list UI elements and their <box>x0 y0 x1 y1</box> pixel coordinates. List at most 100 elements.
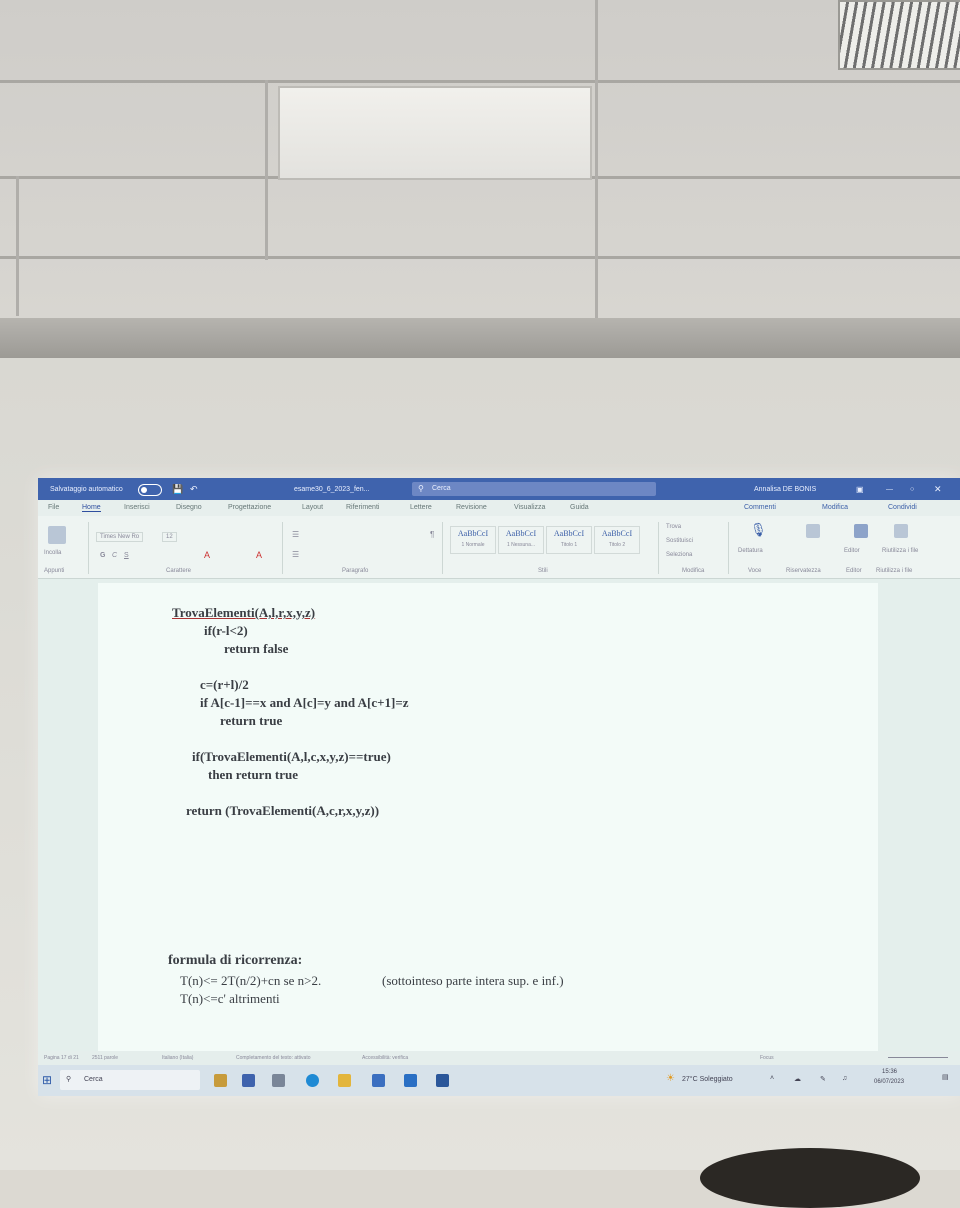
italic-button[interactable]: C <box>112 552 117 559</box>
tab-draw[interactable]: Disegno <box>176 504 202 511</box>
clock-time[interactable]: 15:36 <box>882 1069 897 1075</box>
notifications-icon[interactable]: ▤ <box>942 1073 949 1081</box>
ceiling <box>0 0 960 318</box>
ceiling-grid-line <box>16 176 19 316</box>
document-page[interactable]: TrovaElementi(A,l,r,x,y,z) if(r-l<2) ret… <box>98 583 878 1061</box>
paste-icon[interactable] <box>48 526 66 544</box>
clock-date[interactable]: 06/07/2023 <box>874 1079 904 1085</box>
page-counter[interactable]: Pagina 17 di 21 <box>44 1055 79 1061</box>
word-count[interactable]: 2511 parole <box>92 1055 118 1061</box>
network-icon[interactable]: ☁ <box>794 1075 801 1083</box>
reuse-files-button[interactable]: Riutilizza i file <box>882 548 918 554</box>
code-line-then-return: then return true <box>208 767 299 782</box>
accessibility-status[interactable]: Accessibilità: verifica <box>362 1055 408 1061</box>
ceiling-light <box>278 86 592 180</box>
edit-mode-button[interactable]: Modifica <box>822 504 848 511</box>
sensitivity-icon[interactable] <box>806 524 820 538</box>
find-button[interactable]: Trova <box>666 524 681 530</box>
minimize-icon[interactable]: — <box>886 486 893 493</box>
underline-button[interactable]: S <box>124 552 129 559</box>
user-name[interactable]: Annalisa DE BONIS <box>754 486 816 493</box>
ribbon-display-icon[interactable]: ▣ <box>856 485 864 494</box>
reuse-files-icon[interactable] <box>894 524 908 538</box>
group-label-clipboard: Appunti <box>44 568 65 574</box>
tab-layout[interactable]: Layout <box>302 504 323 511</box>
task-view-icon[interactable] <box>272 1074 285 1087</box>
store-icon[interactable] <box>372 1074 385 1087</box>
code-line-return-true: return true <box>220 713 283 728</box>
menu-bar: File Home Inserisci Disegno Progettazion… <box>38 500 960 516</box>
projected-screen: Salvataggio automatico 💾 ↶ esame30_6_202… <box>38 478 960 1096</box>
font-size-select[interactable]: 12 <box>162 532 177 542</box>
search-icon: ⚲ <box>418 484 424 493</box>
group-label-sensitivity: Riservatezza <box>786 568 821 574</box>
mail-icon[interactable] <box>404 1074 417 1087</box>
tab-insert[interactable]: Inserisci <box>124 504 150 511</box>
tab-help[interactable]: Guida <box>570 504 589 511</box>
text-prediction-status[interactable]: Completamento del testo: attivato <box>236 1055 311 1061</box>
microphone-icon[interactable]: 🎙 <box>750 522 767 538</box>
code-line-if-check: if(r-l<2) <box>204 623 248 638</box>
ceiling-grid-line <box>0 256 960 259</box>
pilcrow-icon[interactable]: ¶ <box>430 530 434 539</box>
align-left-icon[interactable]: ☰ <box>292 550 299 559</box>
restore-icon[interactable]: ○ <box>910 486 914 493</box>
undo-icon[interactable]: ↶ <box>190 484 198 495</box>
style-heading-1[interactable]: AaBbCcI Titolo 1 <box>546 526 592 554</box>
app-icon[interactable] <box>242 1074 255 1087</box>
font-name-select[interactable]: Times New Ro <box>96 532 144 542</box>
document-filename[interactable]: esame30_6_2023_fen... <box>294 486 370 493</box>
volume-icon[interactable]: ♫ <box>842 1075 847 1082</box>
ribbon-divider <box>88 522 89 574</box>
select-button[interactable]: Seleziona <box>666 552 692 558</box>
ribbon: Incolla Times New Ro 12 G C S A A ☰ ☰ ¶ … <box>38 516 960 579</box>
tab-file[interactable]: File <box>48 504 59 511</box>
paste-label[interactable]: Incolla <box>44 550 61 556</box>
tray-chevron-icon[interactable]: ˄ <box>770 1075 774 1082</box>
font-color-icon[interactable]: A <box>204 550 210 560</box>
editor-button[interactable]: Editor <box>844 548 860 554</box>
style-heading-2[interactable]: AaBbCcI Titolo 2 <box>594 526 640 554</box>
pen-icon[interactable]: ✎ <box>820 1075 826 1083</box>
zoom-slider[interactable] <box>888 1057 948 1058</box>
weather-icon[interactable]: ☀ <box>666 1073 675 1084</box>
tab-references[interactable]: Riferimenti <box>346 504 379 511</box>
style-normal[interactable]: AaBbCcI 1 Normale <box>450 526 496 554</box>
autosave-toggle[interactable] <box>138 484 162 496</box>
tab-design[interactable]: Progettazione <box>228 504 271 511</box>
code-line-function-signature: TrovaElementi(A,l,r,x,y,z) <box>172 605 316 620</box>
language-indicator[interactable]: Italiano (Italia) <box>162 1055 193 1061</box>
dictate-button[interactable]: Dettatura <box>738 548 763 554</box>
save-icon[interactable]: 💾 <box>172 484 183 495</box>
replace-button[interactable]: Sostituisci <box>666 538 693 544</box>
weather-text[interactable]: 27°C Soleggiato <box>682 1076 733 1083</box>
title-bar: Salvataggio automatico 💾 ↶ esame30_6_202… <box>38 478 960 500</box>
windows-start-icon[interactable]: ⊞ <box>42 1073 52 1087</box>
ribbon-divider <box>658 522 659 574</box>
group-label-reuse: Riutilizza i file <box>876 568 913 574</box>
tab-view[interactable]: Visualizza <box>514 504 545 511</box>
app-icon[interactable] <box>214 1074 227 1087</box>
text-color-icon[interactable]: A <box>256 550 262 560</box>
code-line-return-false: return false <box>224 641 289 656</box>
search-box[interactable]: ⚲ Cerca <box>412 482 656 496</box>
air-vent <box>838 0 960 70</box>
tab-review[interactable]: Revisione <box>456 504 487 511</box>
tab-mailings[interactable]: Lettere <box>410 504 432 511</box>
tab-home[interactable]: Home <box>82 504 101 512</box>
word-app-icon[interactable] <box>436 1074 449 1087</box>
bold-button[interactable]: G <box>100 552 105 559</box>
bullets-icon[interactable]: ☰ <box>292 530 299 539</box>
file-explorer-icon[interactable] <box>338 1074 351 1087</box>
group-label-styles: Stili <box>538 568 548 574</box>
close-icon[interactable]: ✕ <box>934 484 942 495</box>
edge-browser-icon[interactable] <box>306 1074 319 1087</box>
comments-button[interactable]: Commenti <box>744 504 776 511</box>
style-no-spacing[interactable]: AaBbCcI 1 Nessuna... <box>498 526 544 554</box>
taskbar-search-box[interactable]: ⚲ Cerca <box>60 1070 200 1090</box>
share-button[interactable]: Condividi <box>888 504 917 511</box>
ribbon-divider <box>282 522 283 574</box>
editor-icon[interactable] <box>854 524 868 538</box>
autosave-label: Salvataggio automatico <box>50 485 123 493</box>
focus-button[interactable]: Focus <box>760 1055 774 1061</box>
